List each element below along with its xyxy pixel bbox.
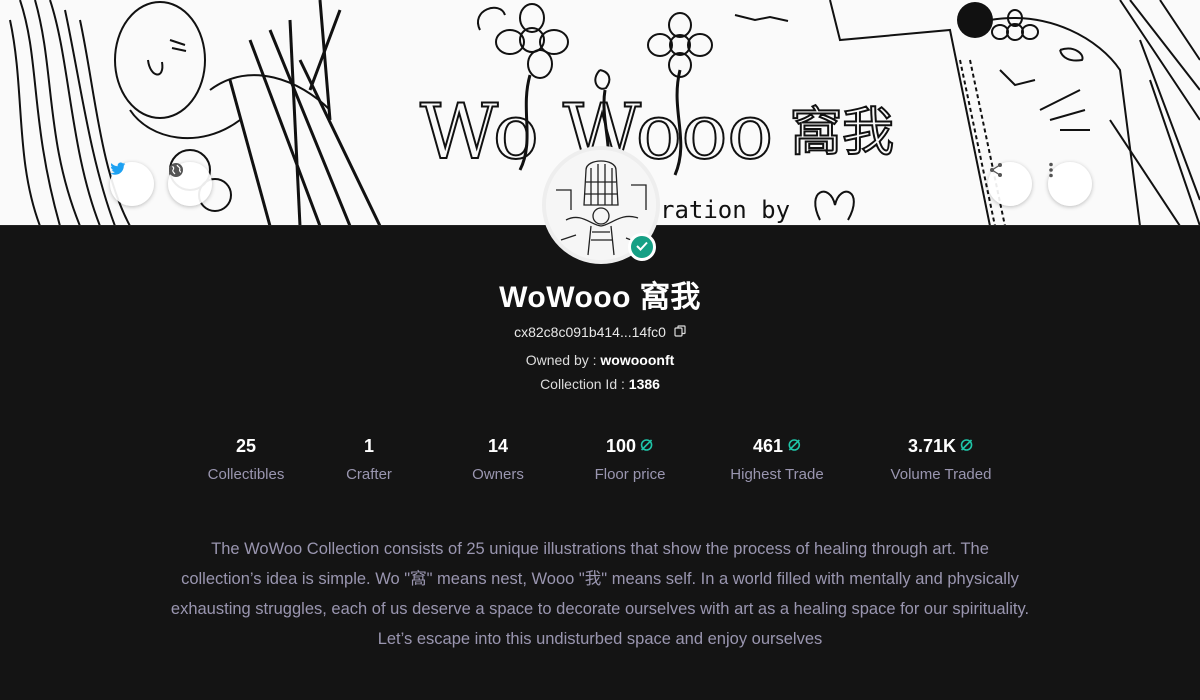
- owner-link[interactable]: wowooonft: [600, 352, 674, 368]
- stat-value: 461: [752, 436, 784, 456]
- more-options-button[interactable]: [1048, 162, 1092, 206]
- share-button[interactable]: [988, 162, 1032, 206]
- stat-label: Collectibles: [207, 466, 285, 483]
- collection-title: WoWooo 窩我: [499, 281, 701, 314]
- stat-value: 100: [605, 436, 637, 456]
- collection-id-label: Collection Id :: [540, 376, 625, 392]
- svg-text:窩我: 窩我: [790, 103, 894, 163]
- stat-value: 14: [487, 436, 509, 456]
- icx-icon: [960, 436, 974, 457]
- stat-highest-trade: 461 Highest Trade: [730, 436, 823, 483]
- website-button[interactable]: [168, 162, 212, 206]
- stat-label: Owners: [472, 466, 524, 483]
- stat-floor-price: 100 Floor price: [595, 436, 666, 483]
- stat-volume-traded: 3.71K Volume Traded: [891, 436, 992, 483]
- icx-icon: [787, 436, 801, 457]
- stat-label: Crafter: [346, 466, 392, 483]
- contract-address: cx82c8c091b414...14fc0: [514, 324, 666, 340]
- verified-badge: [628, 233, 656, 261]
- collection-description: The WoWoo Collection consists of 25 uniq…: [170, 540, 1030, 648]
- stat-label: Volume Traded: [890, 466, 992, 483]
- copy-icon[interactable]: [674, 324, 686, 340]
- owned-by: Owned by : wowooonft: [0, 352, 1200, 368]
- stat-crafter: 1 Crafter: [346, 436, 392, 483]
- contract-address-row: cx82c8c091b414...14fc0: [0, 324, 1200, 340]
- collection-id: Collection Id : 1386: [0, 376, 1200, 392]
- svg-text:ration by: ration by: [660, 196, 790, 224]
- stat-collectibles: 25 Collectibles: [208, 436, 285, 483]
- twitter-button[interactable]: [110, 162, 154, 206]
- stat-owners: 14 Owners: [472, 436, 524, 483]
- icx-icon: [640, 436, 654, 457]
- stat-value: 1: [363, 436, 374, 456]
- owned-by-label: Owned by :: [525, 352, 597, 368]
- collection-id-value: 1386: [628, 376, 660, 392]
- stat-label: Highest Trade: [730, 466, 824, 483]
- stat-value: 25: [235, 436, 257, 456]
- stat-label: Floor price: [594, 466, 666, 483]
- stat-value: 3.71K: [907, 436, 957, 456]
- checkmark-icon: [636, 238, 648, 256]
